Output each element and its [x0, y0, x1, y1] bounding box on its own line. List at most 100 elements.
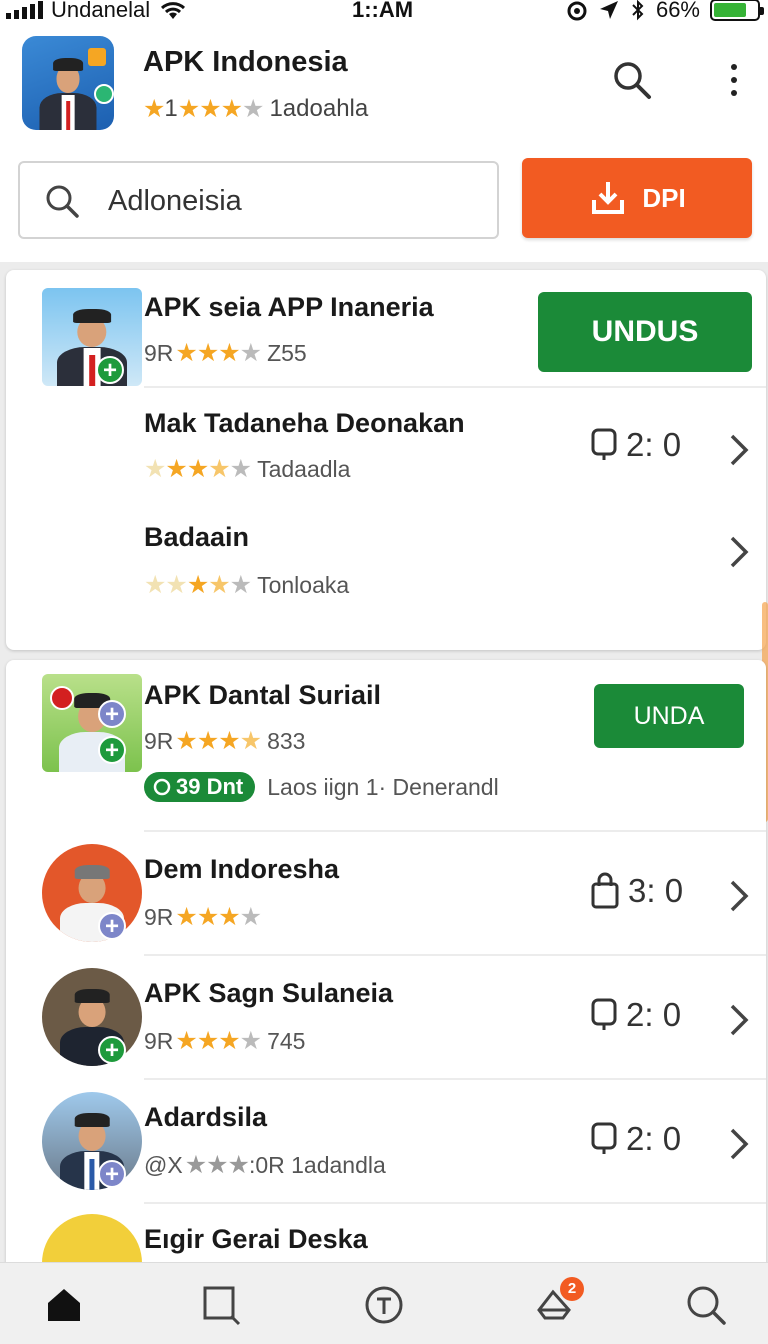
app-rating: ★ ★★ ★ ★ Tadaadla — [144, 454, 350, 484]
list-item[interactable]: Mak Tadaneha Deonakan ★ ★★ ★ ★ Tadaadla 2: … — [6, 386, 766, 504]
home-icon — [48, 1289, 80, 1321]
app-name: APK Dantal Suriail — [144, 680, 382, 710]
bag-icon — [591, 872, 619, 909]
chevron-right-icon[interactable] — [724, 876, 752, 916]
add-icon: + — [98, 736, 126, 764]
chevron-right-icon[interactable] — [724, 430, 752, 470]
rating-prefix: 9R — [144, 1027, 174, 1054]
list-item[interactable]: + Dem Indoresha 9R ★★★ ★ 3: 0 — [6, 830, 766, 954]
notification-badge: 2 — [560, 1277, 584, 1301]
pin-icon — [50, 686, 74, 710]
nav-search[interactable] — [682, 1281, 730, 1329]
rating-prefix: 1 — [164, 95, 178, 122]
badge-icon — [153, 778, 171, 796]
note-icon — [88, 48, 106, 66]
install-button[interactable]: UNDUS — [538, 292, 752, 372]
divider — [144, 830, 766, 832]
divider — [144, 954, 766, 956]
more-options-button[interactable] — [716, 54, 752, 106]
rating-prefix: 9R — [144, 727, 174, 754]
rating-stars: ★★★ ★ — [175, 1027, 262, 1055]
bookmark-icon — [203, 1286, 241, 1326]
person-portrait — [39, 57, 97, 130]
chevron-right-icon[interactable] — [724, 1124, 752, 1164]
divider — [144, 386, 766, 388]
rating-count: Z55 — [267, 339, 307, 366]
battery-percent: 66% — [655, 0, 700, 22]
search-icon — [687, 1286, 726, 1325]
rating-prefix: 9R — [144, 903, 174, 930]
app-rating: ★ 1 ★★★ ★ 1adoahla — [143, 94, 368, 124]
device-icon — [591, 428, 617, 460]
device-info: 3: 0 — [590, 872, 683, 910]
chevron-right-icon[interactable] — [724, 1000, 752, 1040]
rating-count: 745 — [267, 1027, 306, 1054]
list-item[interactable]: + APK seia APP Inaneria 9R ★★★ ★ Z55 UNDU… — [6, 270, 766, 388]
search-input[interactable] — [108, 177, 478, 225]
app-icon[interactable] — [22, 36, 114, 130]
device-count: 2: 0 — [626, 1120, 682, 1157]
device-count: 2: 0 — [626, 426, 682, 463]
app-rating: ★★ ★ ★ ★ Tonloaka — [144, 570, 349, 600]
badge-label: 39 Dnt — [176, 774, 244, 799]
download-label: DPI — [642, 182, 686, 213]
rating-stars: ★★★★★ — [144, 571, 252, 599]
search-icon — [614, 62, 651, 99]
app-subinfo: 39 Dnt Laos iign 1· Denerandl — [144, 772, 499, 802]
add-icon: + — [96, 356, 124, 384]
chevron-right-icon[interactable] — [724, 532, 752, 572]
nav-bookmarks[interactable] — [198, 1281, 246, 1329]
device-icon — [591, 998, 617, 1030]
bluetooth-icon — [632, 0, 644, 21]
add-icon: + — [98, 1160, 126, 1188]
signal-icon — [6, 1, 43, 19]
status-bar: Undanelal 1::AM 66% — [0, 0, 768, 26]
install-button[interactable]: UNDA — [594, 684, 744, 748]
app-title: APK Indonesia — [143, 46, 348, 78]
divider — [144, 1202, 766, 1204]
battery-icon — [710, 0, 764, 21]
search-button[interactable] — [606, 54, 658, 106]
rating-stars: ★★★ ★ — [175, 727, 262, 755]
add-icon: + — [98, 1036, 126, 1064]
download-button[interactable]: DPI — [522, 158, 752, 238]
nav-apps[interactable] — [360, 1281, 408, 1329]
app-thumbnail: + — [24, 288, 142, 388]
rating-prefix: @X — [144, 1151, 183, 1178]
list-item[interactable]: Badaain ★★ ★ ★ ★ Tonloaka — [6, 504, 766, 622]
alarm-icon — [567, 1, 587, 21]
rating-label: 1adoahla — [269, 95, 369, 122]
app-rating: 9R ★★★ ★ 833 — [144, 726, 305, 756]
app-list-card: + + APK Dantal Suriail 9R ★★★ ★ 833 39 Dn… — [6, 660, 766, 1280]
nav-home[interactable] — [40, 1281, 88, 1329]
status-badge: 39 Dnt — [144, 772, 256, 802]
list-item[interactable]: + + APK Dantal Suriail 9R ★★★ ★ 833 39 Dn… — [6, 660, 766, 832]
list-item[interactable]: + Adardsila @X ★★★ :0R 1adandla 2: 0 — [6, 1078, 766, 1202]
download-icon — [592, 182, 625, 214]
device-icon — [591, 1122, 617, 1154]
clock: 1::AM — [352, 0, 414, 22]
rating-count: :0R 1adandla — [248, 1151, 386, 1178]
nav-notifications[interactable]: 2 — [530, 1277, 584, 1329]
list-item[interactable]: + APK Sagn Sulaneia 9R ★★★ ★ 745 2: 0 — [6, 954, 766, 1078]
device-info: 2: 0 — [590, 1120, 681, 1158]
rating-count: Tonloaka — [257, 571, 350, 598]
rating-prefix: 9R — [144, 339, 174, 366]
rating-count: Tadaadla — [257, 455, 351, 482]
app-thumbnail: + — [24, 844, 142, 944]
app-rating: 9R ★★★ ★ — [144, 902, 262, 932]
add-icon: + — [98, 700, 126, 728]
app-thumbnail: + — [24, 968, 142, 1068]
app-subtitle: Laos iign 1· Denerandl — [267, 773, 499, 800]
rating-stars: ★★★ ★ — [175, 903, 262, 931]
app-rating: 9R ★★★ ★ Z55 — [144, 338, 307, 368]
app-name: Mak Tadaneha Deonakan — [144, 408, 465, 438]
app-name: Eıgir Gerai Deska — [144, 1224, 368, 1254]
device-count: 3: 0 — [628, 872, 684, 909]
add-icon: + — [98, 912, 126, 940]
search-icon — [46, 185, 79, 218]
search-field[interactable] — [18, 161, 499, 239]
rating-stars: ★★★ ★ — [177, 95, 265, 123]
app-name: Badaain — [144, 522, 250, 552]
rating-count: 833 — [267, 727, 306, 754]
